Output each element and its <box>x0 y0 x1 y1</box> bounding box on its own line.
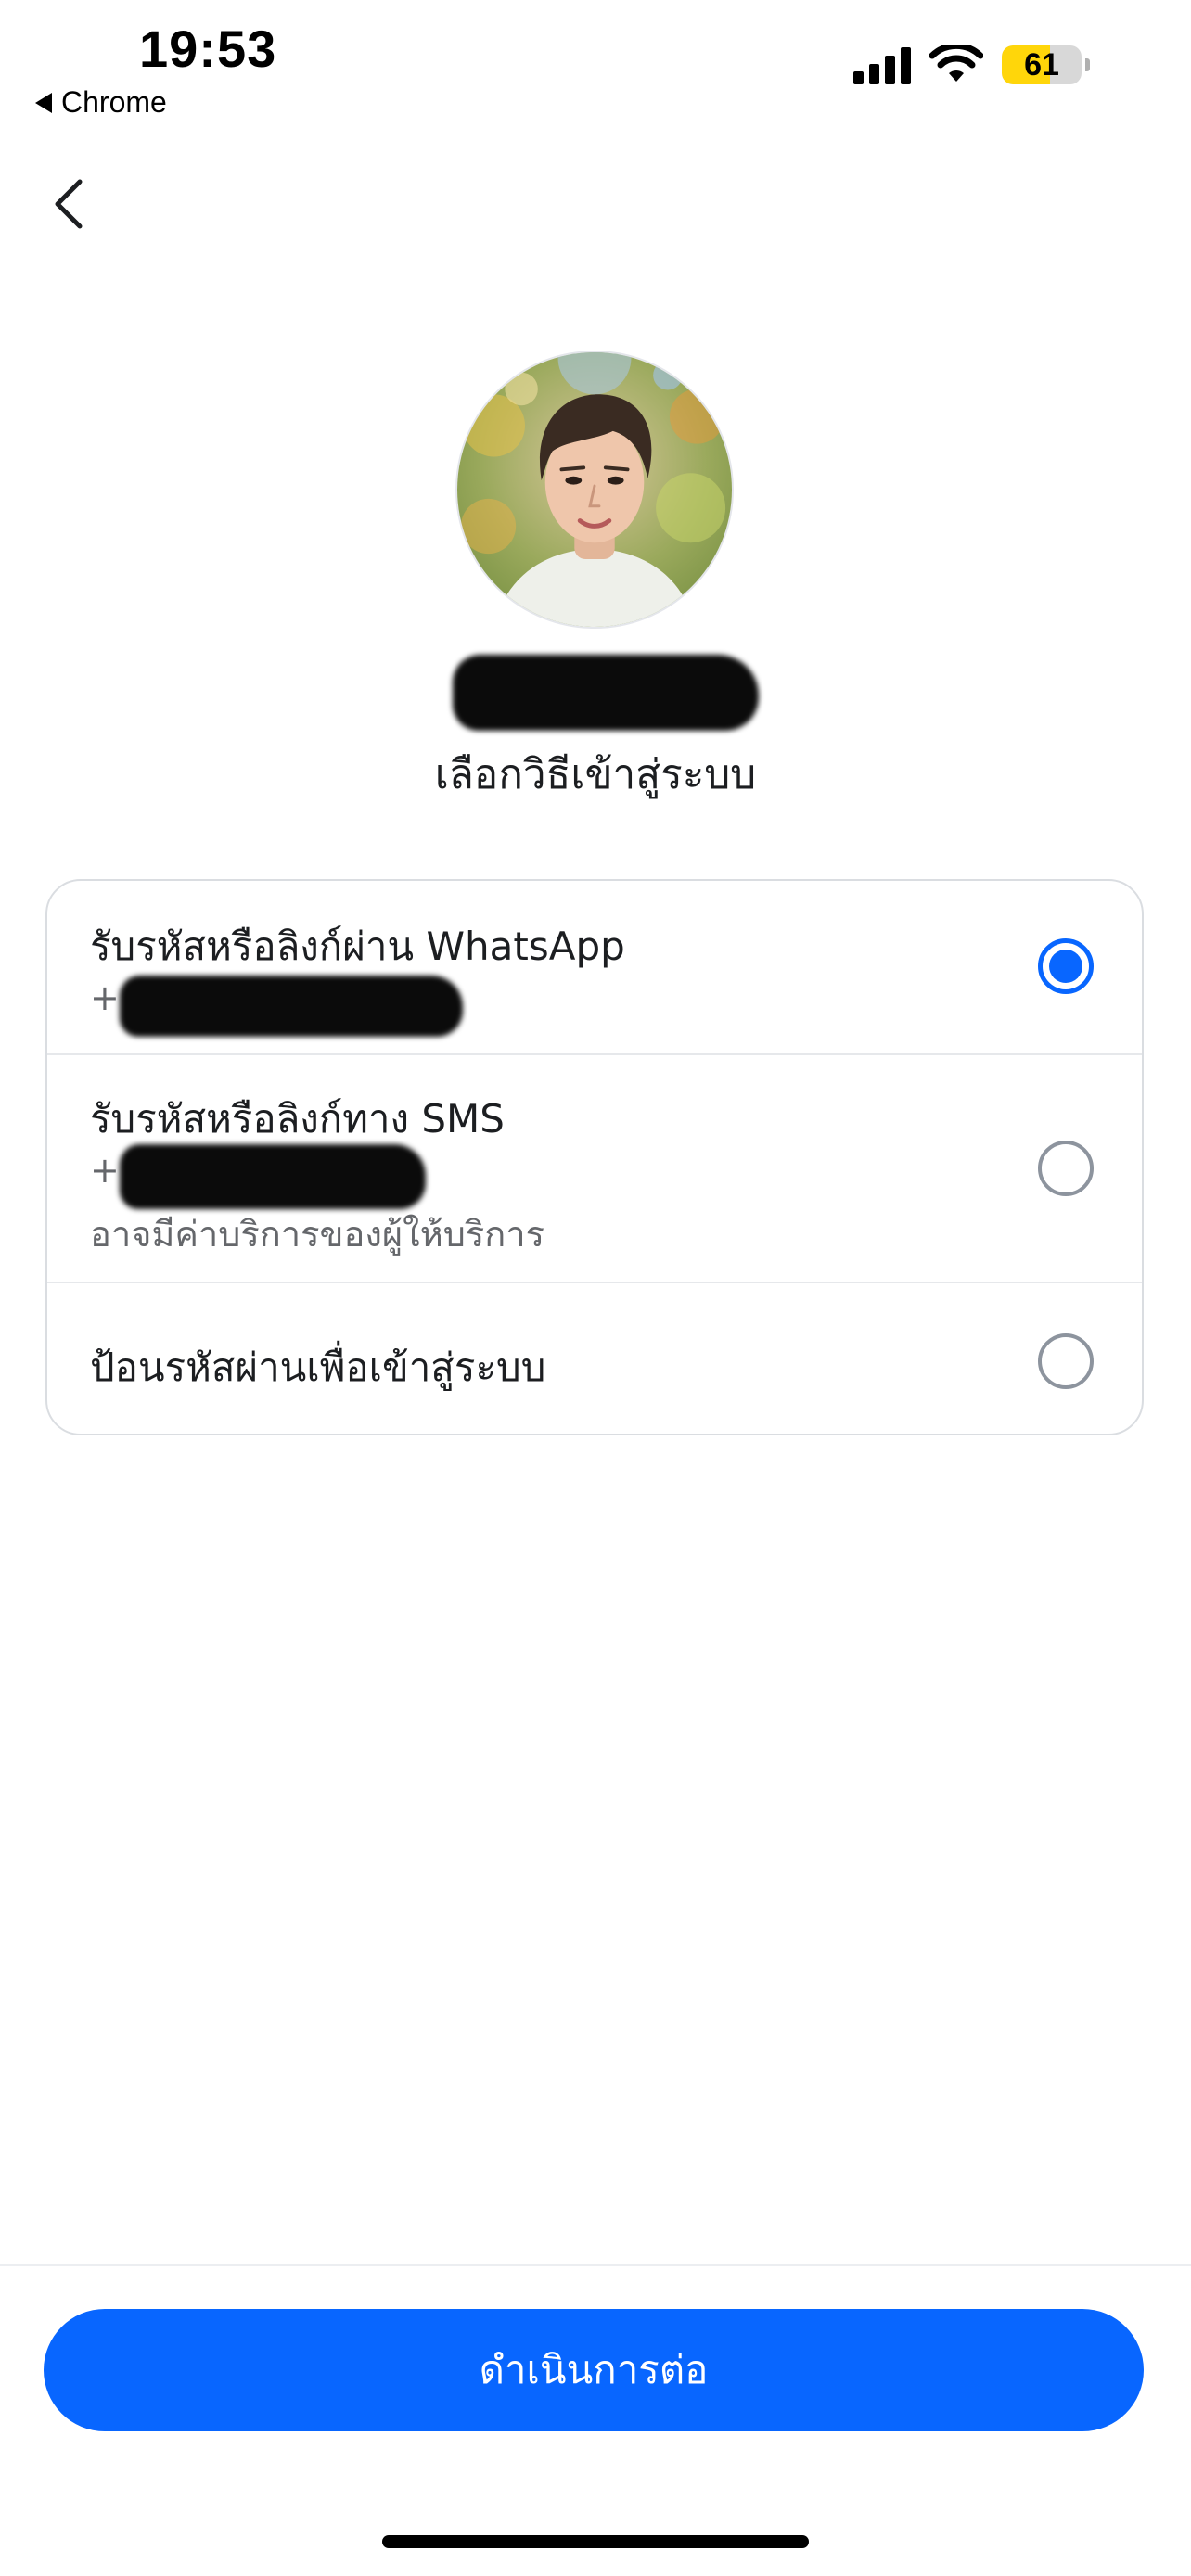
option-sms[interactable]: รับรหัสหรือลิงก์ทาง SMS + อาจมีค่าบริการ… <box>47 1053 1142 1283</box>
status-icons: 61 <box>853 45 1090 85</box>
option-note: อาจมีค่าบริการของผู้ให้บริการ <box>90 1214 545 1255</box>
back-to-app-link[interactable]: Chrome <box>35 85 167 120</box>
option-password[interactable]: ป้อนรหัสผ่านเพื่อเข้าสู่ระบบ <box>47 1282 1142 1434</box>
login-options-list: รับรหัสหรือลิงก์ผ่าน WhatsApp + รับรหัสห… <box>45 879 1144 1435</box>
option-title: ป้อนรหัสผ่านเพื่อเข้าสู่ระบบ <box>90 1345 546 1390</box>
redacted-user-name <box>453 655 759 731</box>
profile-photo <box>457 352 732 627</box>
option-whatsapp[interactable]: รับรหัสหรือลิงก์ผ่าน WhatsApp + <box>47 881 1142 1053</box>
home-indicator[interactable] <box>382 2535 809 2548</box>
back-app-label: Chrome <box>61 85 167 119</box>
battery-indicator: 61 <box>1002 45 1082 84</box>
back-triangle-icon <box>35 92 52 113</box>
sms-radio[interactable] <box>1038 1141 1094 1196</box>
password-radio[interactable] <box>1038 1333 1094 1389</box>
wifi-icon <box>929 45 983 82</box>
cellular-signal-icon <box>853 45 911 84</box>
footer-divider <box>0 2264 1191 2266</box>
redacted-phone-number <box>120 1144 426 1209</box>
option-title: รับรหัสหรือลิงก์ผ่าน WhatsApp <box>90 924 625 969</box>
option-phone-prefix: + <box>90 1150 120 1191</box>
redacted-phone-number <box>120 976 463 1037</box>
battery-percent: 61 <box>1024 46 1059 83</box>
continue-button[interactable]: ดำเนินการต่อ <box>44 2309 1144 2431</box>
option-title: รับรหัสหรือลิงก์ทาง SMS <box>90 1096 505 1141</box>
status-time: 19:53 <box>139 19 277 78</box>
avatar <box>455 351 734 629</box>
page-subtitle: เลือกวิธีเข้าสู่ระบบ <box>434 751 757 798</box>
battery-cap <box>1085 58 1090 71</box>
back-button[interactable] <box>41 167 96 241</box>
chevron-left-icon <box>55 179 83 229</box>
option-phone-prefix: + <box>90 977 120 1018</box>
whatsapp-radio[interactable] <box>1038 938 1094 994</box>
